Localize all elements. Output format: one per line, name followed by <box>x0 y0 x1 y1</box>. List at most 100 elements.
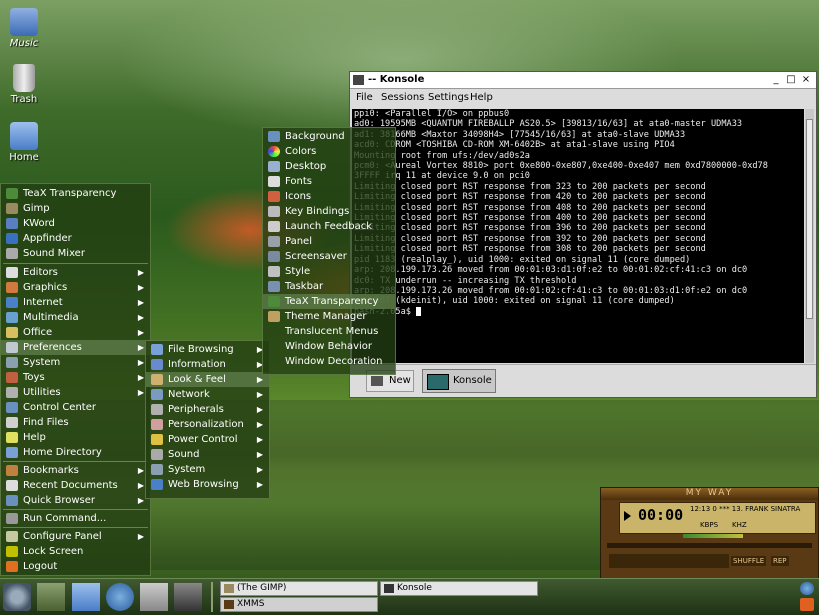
xmms-title: MY WAY <box>685 488 734 498</box>
menu-item-control-center[interactable]: Control Center <box>1 400 150 415</box>
menu-item-network[interactable]: Network ▶ <box>146 387 269 402</box>
menu-item-window-decoration[interactable]: Window Decoration <box>263 354 395 369</box>
menu-item-teax-transparency[interactable]: TeaX Transparency <box>1 186 150 201</box>
task-button-xmms[interactable]: XMMS <box>220 597 378 612</box>
browser-globe-icon[interactable] <box>106 583 134 611</box>
menu-item-icons[interactable]: Icons <box>263 189 395 204</box>
menu-help[interactable]: Help <box>470 92 493 103</box>
minimize-icon[interactable]: _ <box>770 74 782 85</box>
menu-item-background[interactable]: Background <box>263 129 395 144</box>
menu-item-file-browsing[interactable]: File Browsing ▶ <box>146 342 269 357</box>
menu-item-colors[interactable]: Colors <box>263 144 395 159</box>
menu-item-gimp[interactable]: Gimp <box>1 201 150 216</box>
show-desktop-icon[interactable] <box>37 583 65 611</box>
menu-settings[interactable]: Settings <box>428 92 469 103</box>
konsole-menubar: File Sessions Settings Help <box>350 89 816 107</box>
menu-item-desktop[interactable]: Desktop <box>263 159 395 174</box>
close-icon[interactable]: × <box>800 74 812 85</box>
repeat-button[interactable]: REP <box>771 556 789 566</box>
session-tab-konsole[interactable]: Konsole <box>422 369 496 393</box>
logout-icon[interactable] <box>800 598 814 611</box>
task-button-gimp[interactable]: (The GIMP) <box>220 581 378 596</box>
menu-item-office[interactable]: Office ▶ <box>1 325 150 340</box>
menu-sessions[interactable]: Sessions <box>381 92 424 103</box>
terminal-scrollbar[interactable] <box>805 109 814 363</box>
menu-item-theme-manager[interactable]: Theme Manager <box>263 309 395 324</box>
k-menu-button[interactable] <box>3 583 31 611</box>
menu-item-screensaver[interactable]: Screensaver <box>263 249 395 264</box>
menu-item-kword[interactable]: KWord <box>1 216 150 231</box>
menu-item-help[interactable]: Help <box>1 430 150 445</box>
menu-file[interactable]: File <box>356 92 373 103</box>
menu-item-launch-feedback[interactable]: Launch Feedback <box>263 219 395 234</box>
menu-item-key-bindings[interactable]: Key Bindings <box>263 204 395 219</box>
menu-item-taskbar[interactable]: Taskbar <box>263 279 395 294</box>
menu-item-sound[interactable]: Sound ▶ <box>146 447 269 462</box>
menu-item-run-command[interactable]: Run Command... <box>1 511 150 526</box>
shuffle-button[interactable]: SHUFFLE <box>731 556 767 566</box>
xmms-player[interactable]: MY WAY 00:00 12:13 0 *** 13. FRANK SINAT… <box>600 487 819 579</box>
menu-item-teax-transparency-lf[interactable]: TeaX Transparency <box>263 294 395 309</box>
colors-icon <box>268 146 280 157</box>
konsole-window[interactable]: -- Konsole _ □ × File Sessions Settings … <box>349 71 817 398</box>
volume-slider[interactable] <box>683 534 743 538</box>
menu-item-find-files[interactable]: Find Files <box>1 415 150 430</box>
submenu-arrow-icon: ▶ <box>256 480 263 489</box>
scrollbar-thumb[interactable] <box>806 119 813 319</box>
menu-item-multimedia[interactable]: Multimedia ▶ <box>1 310 150 325</box>
terminal-line: acd0: CDROM <TOSHIBA CD-ROM XM-6402B> at… <box>354 140 675 151</box>
menu-item-configure-panel[interactable]: Configure Panel ▶ <box>1 529 150 544</box>
menu-item-internet[interactable]: Internet ▶ <box>1 295 150 310</box>
tray-globe-icon[interactable] <box>800 582 814 595</box>
menu-item-personalization[interactable]: Personalization ▶ <box>146 417 269 432</box>
menu-item-preferences[interactable]: Preferences ▶ <box>1 340 150 355</box>
menu-item-information[interactable]: Information ▶ <box>146 357 269 372</box>
menu-item-appfinder[interactable]: Appfinder <box>1 231 150 246</box>
menu-item-logout[interactable]: Logout <box>1 559 150 574</box>
home-folder-icon[interactable] <box>72 583 100 611</box>
home-icon <box>6 447 18 458</box>
menu-item-web-browsing[interactable]: Web Browsing ▶ <box>146 477 269 492</box>
menu-item-home-directory[interactable]: Home Directory <box>1 445 150 460</box>
menu-separator <box>3 461 148 462</box>
window-title: -- Konsole <box>368 74 425 85</box>
window-titlebar[interactable]: -- Konsole _ □ × <box>350 72 816 89</box>
menu-item-quick-browser[interactable]: Quick Browser ▶ <box>1 493 150 508</box>
desktop-icon-music[interactable]: Music <box>0 8 54 49</box>
help-lifebuoy-icon[interactable] <box>140 583 168 611</box>
submenu-arrow-icon: ▶ <box>137 343 144 352</box>
menu-item-editors[interactable]: Editors ▶ <box>1 265 150 280</box>
konsole-window-icon <box>353 75 364 85</box>
menu-item-peripherals[interactable]: Peripherals ▶ <box>146 402 269 417</box>
menu-item-lock-screen[interactable]: Lock Screen <box>1 544 150 559</box>
terminal-output[interactable]: ppi0: <Parallel I/O> on ppbus0 ad0: 1959… <box>352 109 804 363</box>
menu-item-power-control[interactable]: Power Control ▶ <box>146 432 269 447</box>
desktop-icon-trash[interactable]: Trash <box>0 64 54 105</box>
terminal-prompt: bash-2.05a$ <box>352 306 804 317</box>
menu-item-system[interactable]: System ▶ <box>1 355 150 370</box>
sound-icon <box>151 449 163 460</box>
menu-item-utilities[interactable]: Utilities ▶ <box>1 385 150 400</box>
maximize-icon[interactable]: □ <box>785 74 797 85</box>
menu-item-recent-documents[interactable]: Recent Documents ▶ <box>1 478 150 493</box>
seek-bar[interactable] <box>607 543 812 548</box>
menu-item-window-behavior[interactable]: Window Behavior <box>263 339 395 354</box>
konsole-icon <box>427 374 449 390</box>
menu-item-sound-mixer[interactable]: Sound Mixer <box>1 246 150 261</box>
menu-item-style[interactable]: Style <box>263 264 395 279</box>
menu-item-bookmarks[interactable]: Bookmarks ▶ <box>1 463 150 478</box>
menu-item-panel[interactable]: Panel <box>263 234 395 249</box>
menu-item-system-prefs[interactable]: System ▶ <box>146 462 269 477</box>
task-button-konsole[interactable]: Konsole <box>380 581 538 596</box>
submenu-arrow-icon: ▶ <box>137 496 144 505</box>
menu-item-graphics[interactable]: Graphics ▶ <box>1 280 150 295</box>
xmms-titlebar[interactable]: MY WAY <box>601 488 818 500</box>
terminal-icon[interactable] <box>174 583 202 611</box>
menu-item-toys[interactable]: Toys ▶ <box>1 370 150 385</box>
menu-item-translucent-menus[interactable]: Translucent Menus <box>263 324 395 339</box>
desktop-icon-label: Trash <box>10 94 38 105</box>
submenu-arrow-icon: ▶ <box>137 298 144 307</box>
menu-item-look-and-feel[interactable]: Look & Feel ▶ <box>146 372 269 387</box>
desktop-icon-home[interactable]: Home <box>0 122 54 163</box>
menu-item-fonts[interactable]: Fonts <box>263 174 395 189</box>
